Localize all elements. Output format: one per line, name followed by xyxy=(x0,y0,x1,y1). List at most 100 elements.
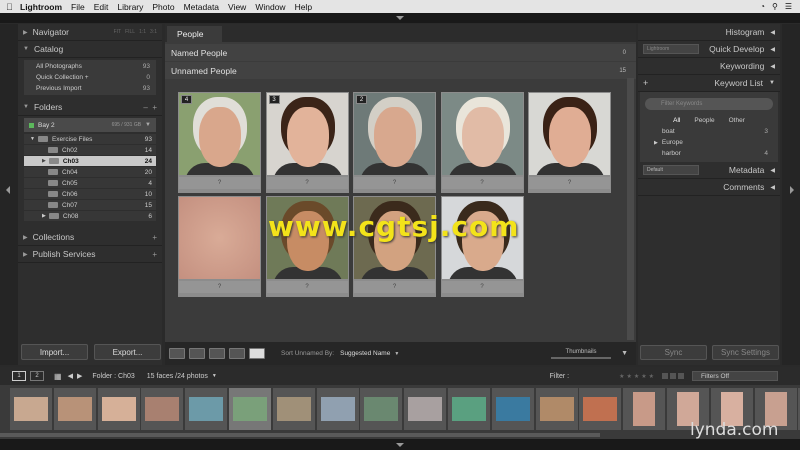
color-filters[interactable] xyxy=(662,373,684,379)
named-people-header[interactable]: Named People 0 xyxy=(165,44,636,61)
sort-dropdown[interactable]: Suggested Name xyxy=(340,350,390,357)
face-name-field[interactable]: ? xyxy=(266,177,348,189)
zoom-fill[interactable]: FILL xyxy=(125,29,135,35)
comments-header[interactable]: Comments ◀ xyxy=(638,179,780,196)
import-button[interactable]: Import... xyxy=(21,344,88,360)
filmstrip-thumbnail[interactable] xyxy=(229,388,271,430)
filmstrip-thumbnail[interactable] xyxy=(448,388,490,430)
face-cell[interactable]: 3? xyxy=(265,92,349,193)
keyword-boat[interactable]: boat 3 xyxy=(640,126,778,137)
filmstrip-thumbnail[interactable] xyxy=(53,388,96,430)
histogram-header[interactable]: Histogram ◀ xyxy=(638,24,780,41)
apple-icon[interactable]:  xyxy=(6,2,20,12)
folder-ch08[interactable]: ▶ Ch08 6 xyxy=(24,211,156,222)
folder-ch06[interactable]: Ch06 10 xyxy=(24,189,156,200)
filmstrip-thumbnail[interactable] xyxy=(10,388,52,430)
grid-icon[interactable]: ▦ xyxy=(54,372,62,381)
menu-library[interactable]: Library xyxy=(117,2,143,12)
unnamed-people-header[interactable]: Unnamed People 15 xyxy=(165,62,636,79)
folders-header[interactable]: ▼ Folders – + xyxy=(18,99,162,116)
folder-ch04[interactable]: Ch04 20 xyxy=(24,167,156,178)
export-button[interactable]: Export... xyxy=(94,344,161,360)
bottom-panel-toggle[interactable] xyxy=(0,439,800,450)
keyword-europe[interactable]: ▶ Europe xyxy=(640,137,778,148)
catalog-header[interactable]: ▼ Catalog xyxy=(18,41,162,58)
drive-menu-icon[interactable]: ▼ xyxy=(145,122,151,128)
face-cell[interactable]: 2? xyxy=(353,92,436,193)
collections-header[interactable]: ▶ Collections + xyxy=(18,229,162,246)
people-view-icon[interactable] xyxy=(249,348,265,359)
folder-ch05[interactable]: Ch05 4 xyxy=(24,178,156,189)
menu-view[interactable]: View xyxy=(228,2,246,12)
zoom-3-1[interactable]: 3:1 xyxy=(150,29,157,35)
folder-ch03[interactable]: ▶ Ch03 24 xyxy=(24,156,156,167)
window-2-button[interactable]: 2 xyxy=(30,371,44,381)
plus-icon[interactable]: + xyxy=(152,103,157,112)
face-cell[interactable]: 4? xyxy=(178,92,261,193)
drive-bay2[interactable]: Bay 2 695 / 931 GB ▼ xyxy=(24,118,156,132)
face-name-field[interactable]: ? xyxy=(266,281,348,293)
search-icon[interactable]: ⚲ xyxy=(772,2,778,11)
face-name-field[interactable]: ? xyxy=(441,281,523,293)
face-name-field[interactable]: ? xyxy=(354,281,435,293)
wifi-icon[interactable]: ◔ xyxy=(760,2,765,11)
metadata-header[interactable]: Default Metadata ◀ xyxy=(638,162,780,179)
list-icon[interactable]: ☰ xyxy=(785,2,792,11)
toolbar-menu-icon[interactable]: ▼ xyxy=(621,350,628,357)
metadata-preset-select[interactable]: Default xyxy=(643,165,699,175)
stack-count-badge[interactable]: 3 xyxy=(268,95,280,104)
stack-count-badge[interactable]: 4 xyxy=(181,95,192,104)
minus-icon[interactable]: – xyxy=(143,103,147,112)
forward-arrow-icon[interactable]: ▶ xyxy=(77,372,82,380)
stack-count-badge[interactable]: 2 xyxy=(356,95,367,104)
face-name-field[interactable]: ? xyxy=(441,177,523,189)
slider-track[interactable] xyxy=(551,356,612,359)
compare-view-icon[interactable] xyxy=(209,348,225,359)
filmstrip-thumbnail[interactable] xyxy=(623,388,666,430)
sync-settings-button[interactable]: Sync Settings xyxy=(712,345,779,360)
filmstrip-thumbnail[interactable] xyxy=(579,388,622,430)
left-edge-toggle[interactable] xyxy=(0,24,18,365)
filmstrip-thumbnail[interactable] xyxy=(185,388,228,430)
rating-filter-stars[interactable]: ★★★★★ xyxy=(619,373,656,380)
tab-people[interactable]: People xyxy=(167,26,222,42)
back-arrow-icon[interactable]: ◀ xyxy=(68,372,73,380)
filmstrip-thumbnail[interactable] xyxy=(491,388,534,430)
color-label-filter[interactable] xyxy=(678,373,684,379)
filmstrip-thumbnail[interactable] xyxy=(404,388,447,430)
plus-icon[interactable]: + xyxy=(643,78,648,88)
plus-icon[interactable]: + xyxy=(152,233,157,242)
grid-scrollbar[interactable] xyxy=(627,78,634,340)
loupe-view-icon[interactable] xyxy=(189,348,205,359)
thumbnail-slider[interactable]: Thumbnails xyxy=(551,349,612,359)
filter-preset-select[interactable]: Filters Off xyxy=(692,371,778,381)
menu-window[interactable]: Window xyxy=(255,2,285,12)
face-name-field[interactable]: ? xyxy=(354,177,435,189)
menu-help[interactable]: Help xyxy=(295,2,312,12)
keyword-harbor[interactable]: harbor 4 xyxy=(640,148,778,159)
filmstrip-thumbnail[interactable] xyxy=(535,388,578,430)
zoom-fit[interactable]: FIT xyxy=(114,29,122,35)
window-1-button[interactable]: 1 xyxy=(12,371,26,381)
face-cell[interactable]: ? xyxy=(528,92,611,193)
chevron-down-icon[interactable]: ▼ xyxy=(212,373,217,379)
face-cell[interactable]: ? xyxy=(178,196,261,297)
grid-view-icon[interactable] xyxy=(169,348,185,359)
source-folder[interactable]: Folder : Ch03 xyxy=(92,373,134,380)
folder-ch07[interactable]: Ch07 15 xyxy=(24,200,156,211)
folder-ch02[interactable]: Ch02 14 xyxy=(24,145,156,156)
face-name-field[interactable]: ? xyxy=(179,177,260,189)
navigator-header[interactable]: ▶ Navigator FIT FILL 1:1 3:1 xyxy=(18,24,162,41)
catalog-item-all[interactable]: All Photographs 93 xyxy=(24,61,156,72)
right-edge-toggle[interactable] xyxy=(782,24,800,365)
filmstrip-thumbnail[interactable] xyxy=(316,388,359,430)
menu-file[interactable]: File xyxy=(71,2,85,12)
catalog-item-previous[interactable]: Previous Import 93 xyxy=(24,83,156,94)
quick-develop-header[interactable]: Lightroom Quick Develop ◀ xyxy=(638,41,780,58)
kw-tab-all[interactable]: All xyxy=(673,117,680,124)
color-label-filter[interactable] xyxy=(670,373,676,379)
face-name-field[interactable]: ? xyxy=(179,281,260,293)
folder-exercise-files[interactable]: ▼ Exercise Files 93 xyxy=(24,134,156,145)
keywording-header[interactable]: Keywording ◀ xyxy=(638,58,780,75)
survey-view-icon[interactable] xyxy=(229,348,245,359)
